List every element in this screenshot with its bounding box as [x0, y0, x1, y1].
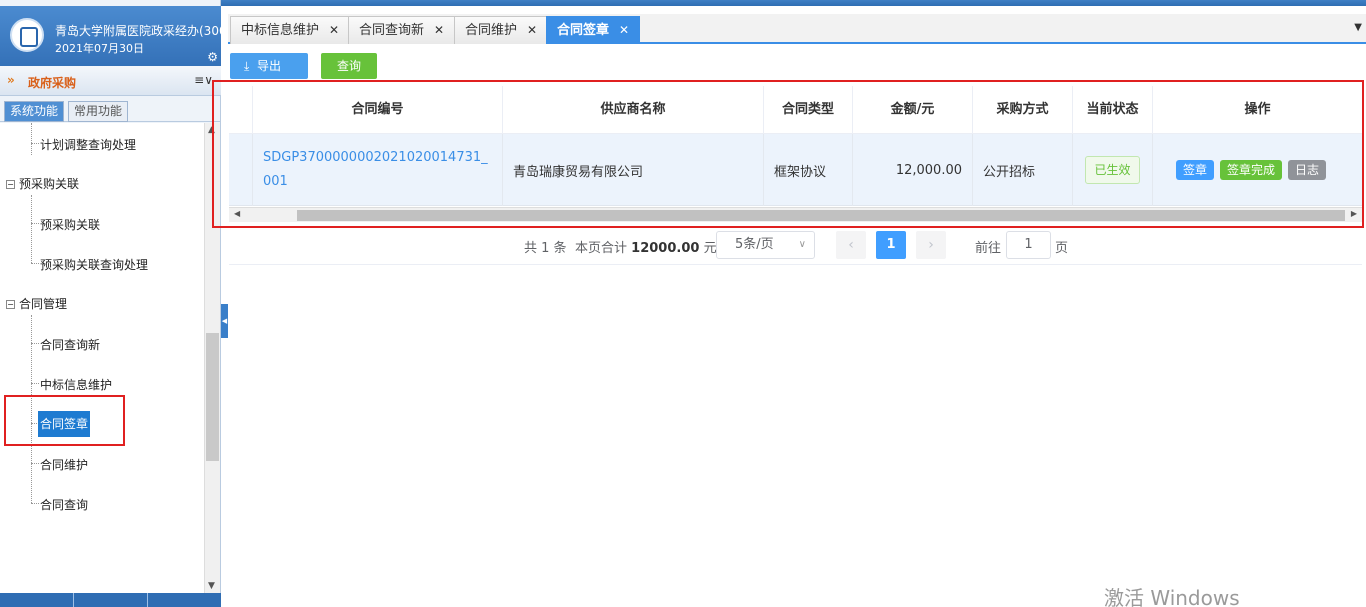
- goto-label: 前往: [975, 241, 1002, 256]
- tab-label: 合同维护: [465, 23, 518, 38]
- page-size-select[interactable]: 5条/页 ∨: [716, 231, 815, 259]
- tree-item-preprocure[interactable]: 预采购关联: [38, 214, 102, 235]
- org-logo-icon: [10, 18, 44, 52]
- scrollbar-thumb[interactable]: [206, 333, 219, 461]
- divider: [73, 593, 74, 607]
- goto-page-input[interactable]: 1: [1006, 231, 1051, 259]
- tree-guide-line: [31, 123, 32, 155]
- page-sum-label: 本页合计: [575, 241, 628, 256]
- tree-item-bid-info[interactable]: 中标信息维护: [38, 374, 114, 395]
- tab-common-functions[interactable]: 常用功能: [68, 101, 129, 122]
- divider: [147, 593, 148, 607]
- function-tabs: 系统功能 常用功能: [0, 98, 221, 122]
- highlight-box-table: [212, 80, 1364, 228]
- export-label: 导出: [256, 59, 281, 73]
- scroll-down-icon[interactable]: ▼: [208, 581, 215, 591]
- tab-contract-query-new[interactable]: 合同查询新 ✕: [348, 16, 456, 44]
- menu-dropdown-icon[interactable]: ≡∨: [194, 73, 213, 87]
- tab-label: 中标信息维护: [241, 23, 320, 38]
- goto-unit: 页: [1055, 241, 1069, 256]
- org-header: 青岛大学附属医院政采经办(300 2021年07月30日 ⚙: [0, 6, 221, 66]
- tree-item-contract-query[interactable]: 合同查询: [38, 494, 90, 515]
- tree-guide-line: [31, 195, 32, 263]
- org-name: 青岛大学附属医院政采经办(300: [55, 24, 221, 38]
- tab-bar: 中标信息维护 ✕ 合同查询新 ✕ 合同维护 ✕ 合同签章 ✕ ▼: [228, 14, 1366, 44]
- login-date: 2021年07月30日: [55, 42, 144, 55]
- download-icon: ⤓: [244, 59, 250, 73]
- close-icon[interactable]: ✕: [619, 23, 629, 37]
- tab-list-dropdown-icon[interactable]: ▼: [1354, 22, 1362, 33]
- tab-contract-seal[interactable]: 合同签章 ✕: [546, 16, 641, 44]
- tree-group-preprocure[interactable]: − 预采购关联: [6, 175, 79, 192]
- close-icon[interactable]: ✕: [329, 23, 339, 37]
- activation-watermark: 激活 Windows: [1104, 586, 1240, 607]
- tree-item-contract-query-new[interactable]: 合同查询新: [38, 334, 102, 355]
- sidebar: 青岛大学附属医院政采经办(300 2021年07月30日 ⚙ » 政府采购 ≡∨…: [0, 0, 221, 607]
- prev-page-button[interactable]: ‹: [836, 231, 866, 259]
- collapse-icon[interactable]: −: [6, 300, 15, 309]
- tree-group-label: 预采购关联: [19, 177, 80, 191]
- pagination: 共 1 条 本页合计 12000.00 元 5条/页 ∨ ‹ 1 › 前往 1 …: [229, 227, 1362, 265]
- close-icon[interactable]: ✕: [434, 23, 444, 37]
- pager-total: 共 1 条: [524, 241, 567, 256]
- page-sum-value: 12000.00: [631, 241, 700, 256]
- gear-icon[interactable]: ⚙: [207, 50, 218, 64]
- tree-item-preprocure-query[interactable]: 预采购关联查询处理: [38, 254, 150, 275]
- tab-system-functions[interactable]: 系统功能: [4, 101, 65, 122]
- highlight-box-tree: [4, 395, 125, 446]
- sidebar-bottom-bar: [0, 593, 221, 607]
- page-number-current[interactable]: 1: [876, 231, 906, 259]
- close-icon[interactable]: ✕: [527, 23, 537, 37]
- tab-label: 合同查询新: [359, 23, 425, 38]
- tree-group-contract[interactable]: − 合同管理: [6, 295, 67, 312]
- export-button[interactable]: ⤓ 导出: [230, 53, 308, 79]
- collapse-icon[interactable]: −: [6, 180, 15, 189]
- tab-bid-info[interactable]: 中标信息维护 ✕: [230, 16, 351, 44]
- nav-tree: 计划调整查询处理 − 预采购关联 预采购关联 预采购关联查询处理 − 合同管理 合同…: [0, 123, 204, 593]
- chevron-down-icon: ∨: [798, 239, 806, 250]
- page-size-value: 5条/页: [735, 237, 774, 252]
- tree-group-label: 合同管理: [19, 297, 68, 311]
- tab-contract-maint[interactable]: 合同维护 ✕: [454, 16, 549, 44]
- page-sum-unit: 元: [703, 241, 717, 256]
- tab-label: 合同签章: [557, 23, 610, 38]
- next-page-button[interactable]: ›: [916, 231, 946, 259]
- tree-item-contract-maint[interactable]: 合同维护: [38, 454, 90, 475]
- module-bar: » 政府采购 ≡∨: [0, 66, 221, 96]
- module-title[interactable]: 政府采购: [28, 74, 76, 91]
- double-chevron-right-icon: »: [7, 73, 15, 87]
- tree-item-plan-adjust[interactable]: 计划调整查询处理: [38, 134, 138, 155]
- query-button[interactable]: 查询: [321, 53, 377, 79]
- sidebar-collapse-handle[interactable]: ◀: [221, 304, 228, 338]
- pager-page-sum: 本页合计 12000.00 元: [575, 237, 717, 256]
